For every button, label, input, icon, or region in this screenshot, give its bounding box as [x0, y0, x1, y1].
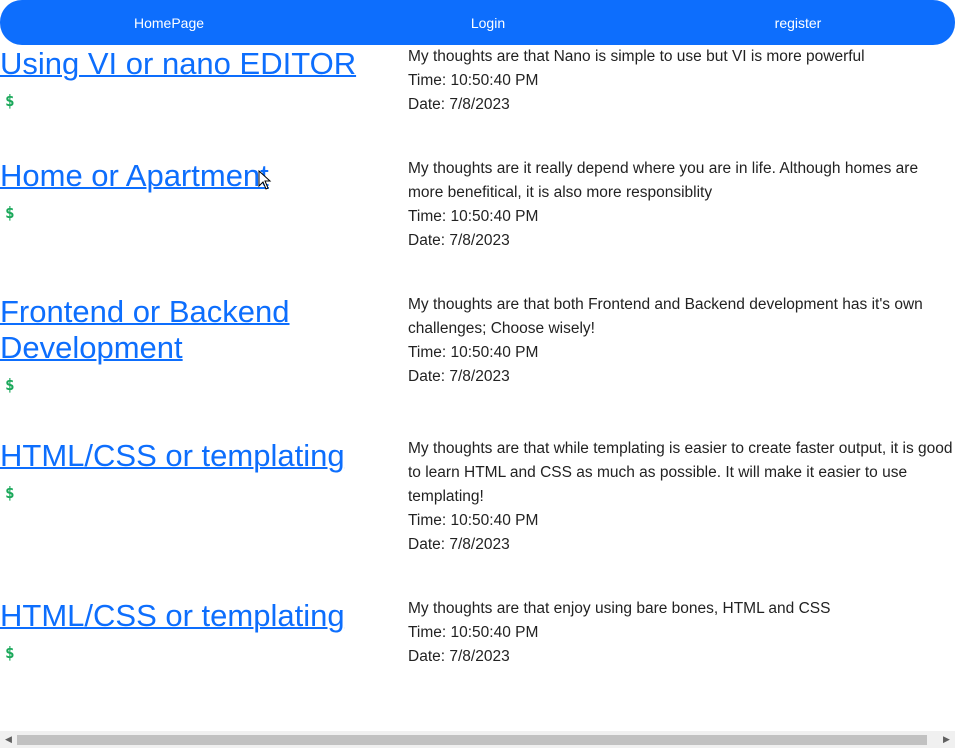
post-title-link[interactable]: HTML/CSS or templating: [0, 598, 360, 634]
post-content: My thoughts are it really depend where y…: [408, 157, 955, 253]
post-date: Date: 7/8/2023: [408, 232, 510, 249]
post-title-link[interactable]: Home or Apartment: [0, 158, 360, 194]
post-content: My thoughts are that both Frontend and B…: [408, 293, 955, 389]
post-title-link[interactable]: HTML/CSS or templating: [0, 438, 360, 474]
nav-register-link[interactable]: register: [748, 0, 848, 45]
dollar-sign-icon[interactable]: $: [5, 375, 15, 394]
post-date: Date: 7/8/2023: [408, 536, 510, 553]
horizontal-scrollbar[interactable]: ◀ ▶: [0, 731, 955, 748]
post-date: Date: 7/8/2023: [408, 368, 510, 385]
post-title-link[interactable]: Frontend or Backend Development: [0, 294, 330, 366]
post-text: My thoughts are that while templating is…: [408, 440, 953, 505]
post-time: Time: 10:50:40 PM: [408, 344, 539, 361]
dollar-sign-icon[interactable]: $: [5, 203, 15, 222]
nav-login-link[interactable]: Login: [438, 0, 538, 45]
post-text: My thoughts are that both Frontend and B…: [408, 296, 923, 337]
post-time: Time: 10:50:40 PM: [408, 512, 539, 529]
post-content: My thoughts are that while templating is…: [408, 437, 955, 557]
mouse-cursor-icon: [258, 170, 272, 190]
scroll-right-icon[interactable]: ▶: [938, 731, 955, 748]
post-title-link[interactable]: Using VI or nano EDITOR: [0, 46, 360, 82]
post-time: Time: 10:50:40 PM: [408, 208, 539, 225]
post-date: Date: 7/8/2023: [408, 96, 510, 113]
dollar-sign-icon[interactable]: $: [5, 483, 15, 502]
post-text: My thoughts are it really depend where y…: [408, 160, 919, 201]
scroll-left-icon[interactable]: ◀: [0, 731, 17, 748]
dollar-sign-icon[interactable]: $: [5, 91, 15, 110]
post-text: My thoughts are that Nano is simple to u…: [408, 48, 865, 65]
post-content: My thoughts are that enjoy using bare bo…: [408, 597, 955, 669]
nav-homepage-link[interactable]: HomePage: [119, 0, 219, 45]
post-time: Time: 10:50:40 PM: [408, 624, 539, 641]
scrollbar-thumb[interactable]: [17, 735, 927, 745]
dollar-sign-icon[interactable]: $: [5, 643, 15, 662]
post-date: Date: 7/8/2023: [408, 648, 510, 665]
post-time: Time: 10:50:40 PM: [408, 72, 539, 89]
post-text: My thoughts are that enjoy using bare bo…: [408, 600, 831, 617]
post-content: My thoughts are that Nano is simple to u…: [408, 45, 955, 117]
top-navbar: HomePage Login register: [0, 0, 955, 45]
